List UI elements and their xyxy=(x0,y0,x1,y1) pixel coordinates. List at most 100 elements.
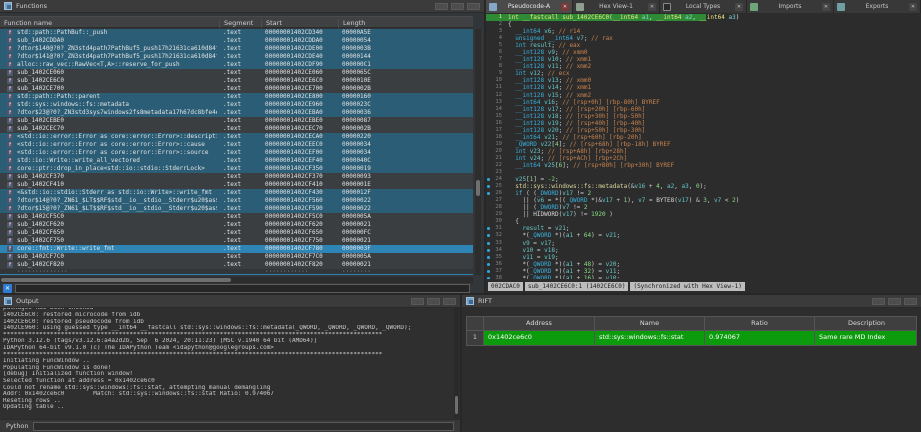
tab-hex-view-1[interactable]: Hex View-1✕ xyxy=(573,0,660,13)
column-header-start[interactable]: Start xyxy=(261,19,338,28)
function-row[interactable]: f?dtor$14@?0?_ZN61_$LT$$RF$std__io__stdi… xyxy=(0,197,473,205)
function-row[interactable]: fsub_1402CEBE0.text00000001402CEBE000000… xyxy=(0,117,473,125)
code-line[interactable]: 36 *(_QWORD *)(a1 + 48) = v20; xyxy=(486,261,921,268)
code-line[interactable]: 2{ xyxy=(486,21,921,28)
function-row[interactable]: fstd::sys::windows::fs::metadata.text000… xyxy=(0,101,473,109)
match-row[interactable]: 10x1402ce6c0std::sys::windows::fs::stat0… xyxy=(466,331,917,346)
code-line[interactable]: 7 __int128 v10; // xmm1 xyxy=(486,56,921,63)
scrollbar-thumb[interactable] xyxy=(455,396,458,414)
function-row[interactable]: fsub_1402CE6C0.text00000001402CE6C000000… xyxy=(0,77,473,85)
code-line[interactable]: 8 __int128 v11; // xmm2 xyxy=(486,63,921,70)
column-header-segment[interactable]: Segment xyxy=(219,19,261,28)
code-line[interactable]: 30 { xyxy=(486,218,921,225)
code-line[interactable]: 23 xyxy=(486,169,921,176)
code-line[interactable]: 5 int result; // eax xyxy=(486,42,921,49)
functions-filter-input[interactable] xyxy=(15,284,470,293)
code-line[interactable]: 3 __int64 v6; // r14 xyxy=(486,28,921,35)
code-line[interactable]: 21 int v24; // [rsp+ACh] [rbp+2Ch] xyxy=(486,155,921,162)
function-row[interactable]: fsub_1402CF410.text00000001402CF41000000… xyxy=(0,181,473,189)
code-line[interactable]: 1int __fastcall sub_1402CE6C0(__int64 a1… xyxy=(486,14,921,21)
function-row[interactable]: fsub_1402CF750.text00000001402CF75000000… xyxy=(0,237,473,245)
scrollbar-thumb[interactable] xyxy=(476,180,480,196)
code-line[interactable]: 11 __int128 v14; // xmm1 xyxy=(486,84,921,91)
code-line[interactable]: 4 unsigned __int64 v7; // rax xyxy=(486,35,921,42)
function-row[interactable]: fsub_1402CF820.text00000001402CF82000000… xyxy=(0,261,473,269)
tab-close-icon[interactable]: ✕ xyxy=(561,3,569,11)
code-line[interactable]: 18 __int64 v21; // [rsp+60h] [rbp-20h] xyxy=(486,134,921,141)
function-row[interactable]: fcore::ptr::drop_in_place<std::io::stdio… xyxy=(0,165,473,173)
tab-imports[interactable]: Imports✕ xyxy=(747,0,834,13)
rift-titlebar[interactable]: RIFT xyxy=(462,295,921,308)
scrollbar-thumb[interactable] xyxy=(1,278,231,282)
code-line[interactable]: 25 std::sys::windows::fs::metadata(&v16 … xyxy=(486,183,921,190)
python-command-input[interactable] xyxy=(33,422,454,431)
code-line[interactable]: 15 __int128 v18; // [rsp+30h] [rbp-50h] xyxy=(486,113,921,120)
maximize-button[interactable] xyxy=(451,3,464,10)
dock-button[interactable] xyxy=(872,298,885,305)
function-row[interactable]: fstd::io::Write::write_all_vectored.text… xyxy=(0,157,473,165)
tab-close-icon[interactable]: ✕ xyxy=(648,3,656,11)
maximize-button[interactable] xyxy=(427,298,440,305)
close-button[interactable] xyxy=(443,298,456,305)
code-line[interactable]: 37 *(_QWORD *)(a1 + 32) = v11; xyxy=(486,268,921,275)
function-row[interactable]: fsub_1402CF370.text00000001402CF37000000… xyxy=(0,173,473,181)
close-button[interactable] xyxy=(904,298,917,305)
tab-close-icon[interactable]: ✕ xyxy=(735,3,743,11)
code-line[interactable]: 26 if ( (_DWORD)v17 != 2 xyxy=(486,190,921,197)
code-line[interactable]: 14 __int128 v17; // [rsp+20h] [rbp-60h] xyxy=(486,106,921,113)
code-line[interactable]: 19 _QWORD v22[4]; // [rsp+68h] [rbp-18h]… xyxy=(486,141,921,148)
tab-pseudocode-a[interactable]: Pseudocode-A✕ xyxy=(486,0,573,13)
functions-horizontal-scrollbar[interactable] xyxy=(0,277,473,283)
code-line[interactable]: 35 v11 = v19; xyxy=(486,254,921,261)
column-header-index[interactable] xyxy=(467,317,483,330)
code-line[interactable]: 27 || (v6 = *((_QWORD *)&v17 + 1), v7 = … xyxy=(486,197,921,204)
column-header-length[interactable]: Length xyxy=(338,19,438,28)
function-row[interactable]: f<&std::io::stdio::Stderr as std::io::Wr… xyxy=(0,189,473,197)
function-row[interactable]: fsub_1402CF5C0.text00000001402CF5C000000… xyxy=(0,213,473,221)
output-titlebar[interactable]: Output xyxy=(0,295,460,308)
code-line[interactable]: 29 || HIDWORD(v17) != 1920 ) xyxy=(486,211,921,218)
tab-close-icon[interactable]: ✕ xyxy=(822,3,830,11)
tab-local-types[interactable]: Local Types✕ xyxy=(660,0,747,13)
code-line[interactable]: 16 __int128 v19; // [rsp+40h] [rbp-40h] xyxy=(486,120,921,127)
function-row[interactable]: fsub_1402CF620.text00000001402CF62000000… xyxy=(0,221,473,229)
code-area[interactable]: 1int __fastcall sub_1402CE6C0(__int64 a1… xyxy=(486,14,921,279)
function-row[interactable]: fsub_1402CF7C0.text00000001402CF7C000000… xyxy=(0,253,473,261)
function-row[interactable]: f?dtor$140@?0?_ZN3std4path7PathBuf5_push… xyxy=(0,45,473,53)
column-header-name[interactable]: Name xyxy=(594,317,704,330)
column-header-ratio[interactable]: Ratio xyxy=(704,317,814,330)
function-row[interactable]: fcore::fmt::Write::write_fmt.text0000000… xyxy=(0,245,473,253)
function-row[interactable]: f<std::io::error::Error as core::error::… xyxy=(0,149,473,157)
function-row[interactable]: fstd::path::Path::parent.text00000001402… xyxy=(0,93,473,101)
code-line[interactable]: 34 v10 = v18; xyxy=(486,247,921,254)
function-row[interactable]: f?dtor$141@?0?_ZN3std4path7PathBuf5_push… xyxy=(0,53,473,61)
clear-filter-icon[interactable]: ✕ xyxy=(3,284,12,293)
code-line[interactable]: 24 v25[1] = -2; xyxy=(486,176,921,183)
column-header-description[interactable]: Description xyxy=(814,317,918,330)
dock-button[interactable] xyxy=(411,298,424,305)
column-header-function-name[interactable]: Function name xyxy=(0,19,219,28)
function-row[interactable]: fsub_1402CE060.text00000001402CE06000000… xyxy=(0,69,473,77)
code-line[interactable]: 9 int v12; // ecx xyxy=(486,70,921,77)
output-log[interactable]: packages has been checked1402CE6C0: rest… xyxy=(3,308,451,419)
code-line[interactable]: 22 __int64 v25[6]; // [rsp+B0h] [rbp+30h… xyxy=(486,162,921,169)
dock-button[interactable] xyxy=(435,3,448,10)
code-line[interactable]: 17 __int128 v20; // [rsp+50h] [rbp-30h] xyxy=(486,127,921,134)
code-line[interactable]: 12 __int128 v15; // xmm2 xyxy=(486,92,921,99)
function-row[interactable]: f?dtor$23@?0?_ZN3std3sys7windows2fs8meta… xyxy=(0,109,473,117)
code-line[interactable]: 32 *(_QWORD *)(a1 + 64) = v21; xyxy=(486,232,921,239)
function-row[interactable]: fsub_1402CDDA0.text00000001402CDDA000000… xyxy=(0,37,473,45)
tab-exports[interactable]: Exports✕ xyxy=(834,0,921,13)
function-row[interactable]: fstd::path::PathBuf::_push.text000000014… xyxy=(0,29,473,37)
code-line[interactable]: 10 __int128 v13; // xmm0 xyxy=(486,77,921,84)
output-scrollbar[interactable] xyxy=(454,308,459,418)
close-button[interactable] xyxy=(467,3,480,10)
tab-close-icon[interactable]: ✕ xyxy=(909,3,917,11)
code-line[interactable]: 6 __int128 v9; // xmm0 xyxy=(486,49,921,56)
code-line[interactable]: 28 || (_DWORD)v7 != 2 xyxy=(486,204,921,211)
code-line[interactable]: 31 result = v21; xyxy=(486,225,921,232)
code-line[interactable]: 38 *(_QWORD *)(a1 + 16) = v10; xyxy=(486,275,921,279)
function-row[interactable]: f?dtor$15@?0?_ZN61_$LT$$RF$std__io__stdi… xyxy=(0,205,473,213)
function-row[interactable]: falloc::raw_vec::RawVec<T,A>::reserve_fo… xyxy=(0,61,473,69)
code-line[interactable]: 13 __int64 v16; // [rsp+0h] [rbp-80h] BY… xyxy=(486,99,921,106)
